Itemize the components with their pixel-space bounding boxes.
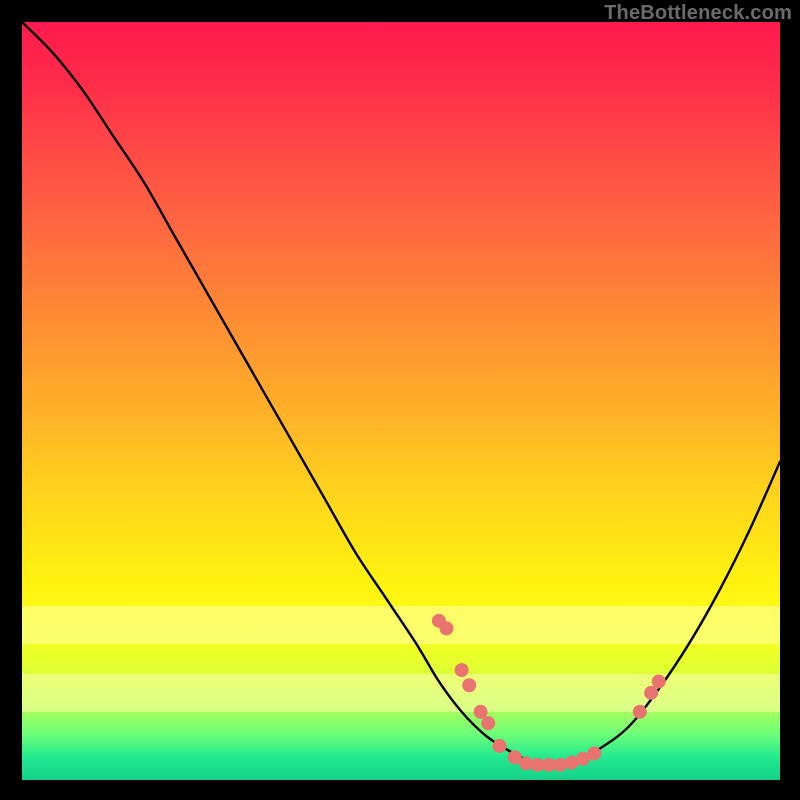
highlight-point xyxy=(439,621,453,635)
highlight-point xyxy=(481,716,495,730)
highlight-point xyxy=(633,705,647,719)
bottleneck-curve xyxy=(22,22,780,765)
highlight-point xyxy=(587,746,601,760)
highlight-point xyxy=(474,705,488,719)
highlight-point xyxy=(462,678,476,692)
chart-frame: TheBottleneck.com xyxy=(0,0,800,800)
highlight-point xyxy=(493,739,507,753)
highlight-point xyxy=(652,674,666,688)
watermark-text: TheBottleneck.com xyxy=(604,2,792,25)
highlight-points xyxy=(432,614,666,772)
highlight-point xyxy=(455,663,469,677)
highlight-point xyxy=(644,686,658,700)
chart-svg xyxy=(22,22,780,780)
